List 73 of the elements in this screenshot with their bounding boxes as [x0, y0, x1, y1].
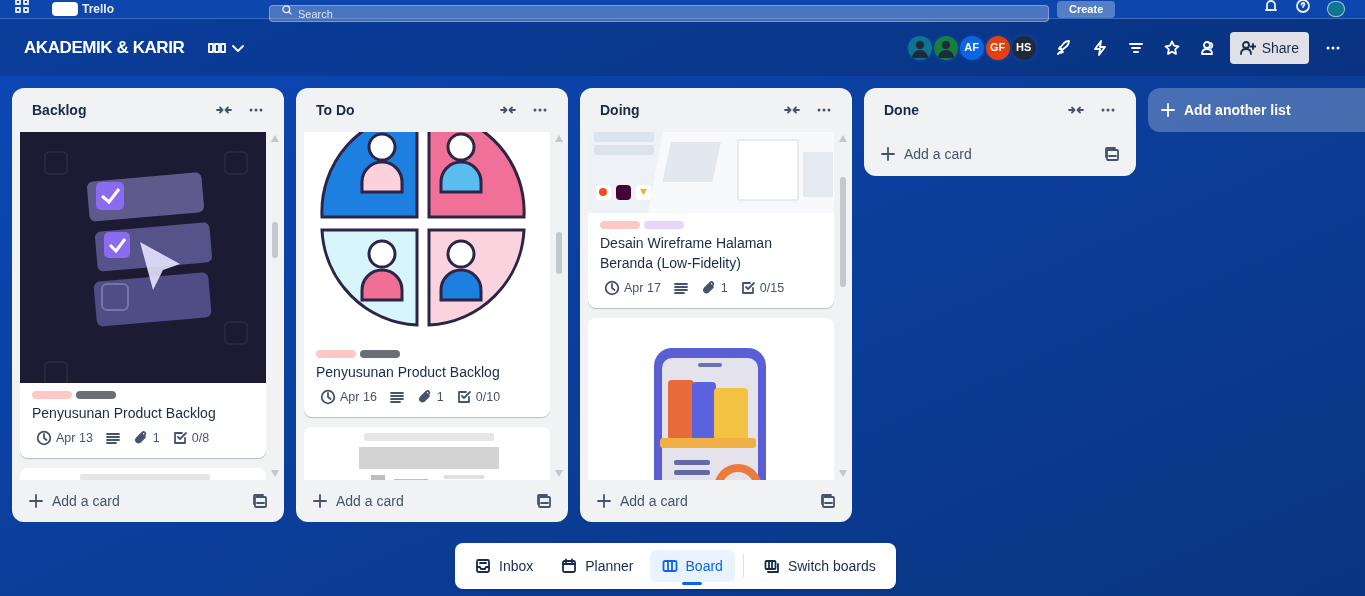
attachment-count: 1: [152, 430, 160, 447]
plus-icon: [312, 493, 328, 509]
create-button[interactable]: Create: [1057, 0, 1116, 18]
add-card-button[interactable]: Add a card: [872, 138, 1096, 170]
template-icon: [536, 493, 552, 509]
member-avatar[interactable]: GF: [983, 33, 1012, 62]
more-icon: [532, 108, 548, 112]
card-title: Penyusunan Product Backlog: [32, 404, 217, 423]
boards-icon: [763, 558, 780, 574]
add-card-button[interactable]: Add a card: [304, 485, 528, 517]
clock-icon: [604, 280, 620, 297]
template-icon: [1104, 146, 1120, 162]
member-avatar[interactable]: [905, 33, 934, 62]
clock-icon: [320, 389, 336, 406]
plus-icon: [1160, 102, 1176, 118]
board-title: AKADEMIK & KARIR: [24, 36, 185, 59]
plus-icon: [28, 493, 44, 509]
more-icon: [248, 108, 264, 112]
template-icon: [252, 493, 268, 509]
account-avatar[interactable]: [1327, 1, 1345, 17]
calendar-icon: [561, 558, 578, 574]
card-title: Desain Wireframe Halaman Beranda (Low-Fidelity): [600, 234, 773, 273]
card-label[interactable]: [360, 350, 400, 358]
add-list-button[interactable]: Add another list: [1148, 88, 1365, 132]
star-icon: [1163, 39, 1180, 56]
nav-tab[interactable]: Inbox: [463, 550, 546, 582]
card[interactable]: Penyusunan Product Backlog Apr 16 1 0/10: [304, 132, 550, 417]
share-button[interactable]: Share: [1229, 31, 1309, 64]
list-title[interactable]: Backlog: [32, 99, 87, 121]
card[interactable]: Penyusunan Product Backlog Apr 13 1 0/8: [20, 132, 266, 458]
clock-icon: [36, 430, 52, 447]
checklist-count: 0/10: [475, 389, 501, 406]
checklist-icon: [455, 389, 472, 406]
due-date: Apr 13: [56, 430, 93, 447]
more-icon: [816, 108, 832, 112]
due-date: Apr 16: [340, 389, 377, 406]
list-title[interactable]: Doing: [600, 99, 640, 121]
checklist-icon: [739, 280, 756, 297]
app-name[interactable]: Trello: [82, 3, 114, 15]
people-icon: [1199, 39, 1216, 56]
list-title[interactable]: Done: [884, 99, 919, 121]
list-title[interactable]: To Do: [316, 99, 355, 121]
attachment-count: 1: [720, 280, 728, 297]
attachment-count: 1: [436, 389, 444, 406]
due-date: Apr 17: [624, 280, 661, 297]
board-icon: [661, 558, 678, 574]
card-title: Penyusunan Product Backlog: [316, 363, 501, 382]
more-icon: [1325, 45, 1341, 50]
more-icon: [1100, 108, 1116, 112]
paperclip-icon: [700, 280, 717, 297]
paperclip-icon: [132, 430, 149, 447]
add-card-button[interactable]: Add a card: [588, 485, 812, 517]
card-label[interactable]: [76, 391, 116, 399]
member-avatar[interactable]: AF: [957, 33, 986, 62]
rocket-icon: [1055, 39, 1072, 56]
nav-tab[interactable]: Planner: [549, 550, 646, 582]
member-avatar[interactable]: [931, 33, 960, 62]
lightning-icon: [1091, 39, 1108, 56]
add-person-icon: [1239, 39, 1256, 56]
member-avatar[interactable]: HS: [1009, 33, 1038, 62]
plus-icon: [596, 493, 612, 509]
checklist-count: 0/8: [191, 430, 210, 447]
plus-icon: [880, 146, 896, 162]
paperclip-icon: [416, 389, 433, 406]
add-card-button[interactable]: Add a card: [20, 485, 244, 517]
inbox-icon: [475, 558, 491, 574]
search-icon: [281, 3, 293, 16]
checklist-icon: [171, 430, 188, 447]
board-view-icon: [208, 41, 227, 54]
checklist-count: 0/15: [759, 280, 785, 297]
nav-tab[interactable]: Switch boards: [751, 550, 888, 582]
template-icon: [820, 493, 836, 509]
nav-tab[interactable]: Board: [649, 550, 735, 582]
